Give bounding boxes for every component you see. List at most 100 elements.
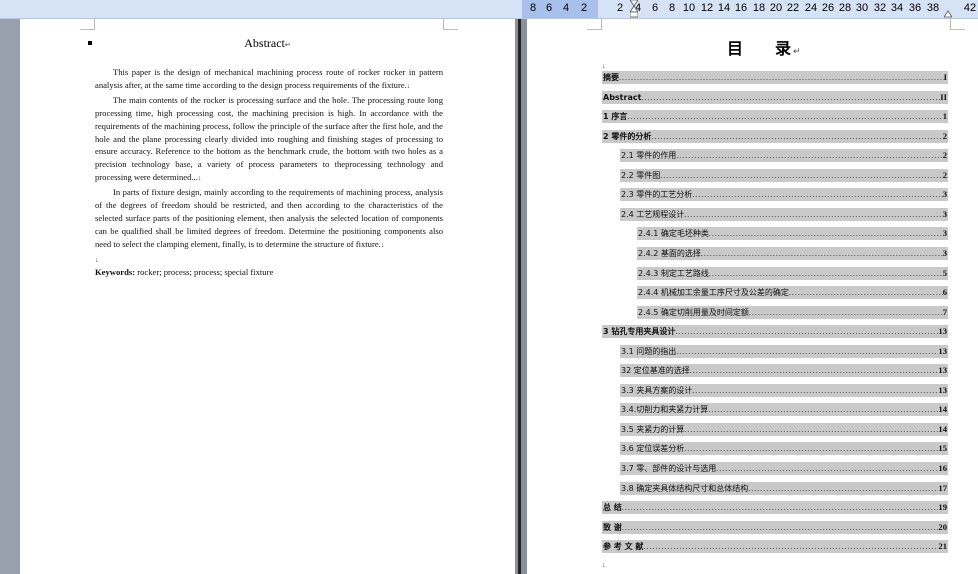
toc-entry[interactable]: 2.4.3 制定工艺路线 5 xyxy=(637,266,948,280)
toc-entry[interactable]: 2.1 零件的作用 2 xyxy=(620,149,948,163)
toc-entry[interactable]: 2.3 零件的工艺分析 3 xyxy=(620,188,948,202)
toc-entry[interactable]: 2.4.1 确定毛坯种类 3 xyxy=(637,227,948,241)
toc-entry-label: Abstract xyxy=(603,92,642,102)
toc-entry[interactable]: 32 定位基准的选择 13 xyxy=(620,364,948,378)
horizontal-ruler[interactable]: 8 6 4 2 2 4 6 8 10 12 14 16 18 20 22 24 26 28 30 32 34 36 38 42 xyxy=(0,0,978,19)
toc-leader-dots xyxy=(789,286,943,299)
toc-leader-dots xyxy=(676,149,942,162)
toc-entry-page: 3 xyxy=(942,228,947,239)
ruler-tick-label: 8 xyxy=(529,2,537,14)
toc-entry-label: 2.2 零件图 xyxy=(621,170,661,180)
toc-leader-dots xyxy=(708,403,938,416)
toc-entry-label: 3.3 夹具方案的设计 xyxy=(621,385,693,395)
paragraph-mark: ↓ xyxy=(602,63,606,70)
toc-entry[interactable]: 2.4.2 基面的选择 3 xyxy=(637,246,948,260)
toc-leader-dots xyxy=(627,110,942,123)
toc-leader-dots xyxy=(684,423,938,436)
ruler-tick-label: 4 xyxy=(562,2,570,14)
abstract-paragraph-3: In parts of fixture design, mainly accor… xyxy=(95,187,443,249)
toc-entry-page: 7 xyxy=(942,306,947,317)
toc-entry-label: 3 钻孔专用夹具设计 xyxy=(603,327,676,337)
right-indent-marker-icon[interactable] xyxy=(944,0,952,18)
toc-leader-dots xyxy=(692,188,942,201)
toc-entry-label: 2.3 零件的工艺分析 xyxy=(621,190,693,200)
toc-entry-page: 3 xyxy=(942,189,947,200)
toc-entry-page: 2 xyxy=(942,150,947,161)
toc-leader-dots xyxy=(651,130,942,143)
toc-entry[interactable]: 参 考 文 献 21 xyxy=(602,540,948,554)
toc-entry-page: 17 xyxy=(938,482,947,493)
crop-mark xyxy=(80,19,95,30)
empty-paragraph: ↓ xyxy=(95,256,99,264)
ruler-tick-label: 30 xyxy=(855,2,869,14)
ruler-tick-label: 8 xyxy=(668,2,676,14)
toc-entry[interactable]: 2 零件的分析 2 xyxy=(602,129,948,143)
toc-entry[interactable]: 3.8 确定夹具体结构尺寸和总体结构 17 xyxy=(620,481,948,495)
crop-mark xyxy=(443,19,458,30)
toc-leader-dots xyxy=(643,540,938,553)
toc-entry-label: 2.1 零件的作用 xyxy=(621,151,677,161)
toc-entry-label: 2.4.3 制定工艺路线 xyxy=(638,268,709,278)
toc-entry-page: 13 xyxy=(938,345,947,356)
toc-leader-dots xyxy=(622,501,939,514)
toc-entry-page: 14 xyxy=(938,423,947,434)
toc-entry-page: 21 xyxy=(938,541,947,552)
toc-entry[interactable]: 3.6 定位误差分析 15 xyxy=(620,442,948,456)
paragraph-mark: ↓ xyxy=(602,562,606,569)
page-splitter[interactable] xyxy=(515,19,527,574)
toc-entry[interactable]: 3 钻孔专用夹具设计 13 xyxy=(602,325,948,339)
toc-page[interactable]: ↓ 目录↵ 摘要IAbstractII1 序言12 零件的分析22.1 零件的作… xyxy=(527,19,978,574)
first-line-indent-marker-icon[interactable] xyxy=(630,0,638,18)
toc-entry-page: 15 xyxy=(938,443,947,454)
toc-entry-page: 6 xyxy=(942,287,947,298)
toc-leader-dots xyxy=(716,462,938,475)
toc-entry-label: 2.4 工艺规程设计 xyxy=(621,209,685,219)
ruler-tick-label: 10 xyxy=(682,2,696,14)
toc-entry-label: 2.4.1 确定毛坯种类 xyxy=(638,229,709,239)
toc-entry-label: 2.4.5 确定切削用量及时间定额 xyxy=(638,307,749,317)
toc-entry-label: 3.8 确定夹具体结构尺寸和总体结构 xyxy=(621,483,749,493)
ruler-tick-label: 38 xyxy=(926,2,940,14)
ruler-tick-label: 24 xyxy=(804,2,818,14)
abstract-title: Abstract↵ xyxy=(244,36,291,50)
toc-entry[interactable]: 3.5 夹紧力的计算 14 xyxy=(620,422,948,436)
ruler-tick-label: 28 xyxy=(838,2,852,14)
toc-leader-dots xyxy=(749,306,943,319)
ruler-tick-label: 2 xyxy=(580,2,588,14)
toc-entry-page: 5 xyxy=(942,267,947,278)
ruler-tick-label: 6 xyxy=(545,2,553,14)
toc-entry-page: 3 xyxy=(942,247,947,258)
ruler-tick-label: 36 xyxy=(908,2,922,14)
toc-entry-label: 3.4.切削力和夹紧力计算 xyxy=(621,405,709,415)
toc-entry[interactable]: 3.3 夹具方案的设计 13 xyxy=(620,383,948,397)
crop-mark xyxy=(587,19,602,30)
toc-leader-dots xyxy=(701,247,943,260)
toc-entry[interactable]: 2.4.4 机械加工余量工序尺寸及公差的确定 6 xyxy=(637,286,948,300)
abstract-page[interactable]: Abstract↵ This paper is the design of me… xyxy=(20,19,515,574)
toc-entry-page: 16 xyxy=(938,463,947,473)
toc-entry[interactable]: 2.4 工艺规程设计 3 xyxy=(620,207,948,221)
ruler-tick-label: 32 xyxy=(873,2,887,14)
toc-entry[interactable]: 3.7 零、部件的设计与选用 16 xyxy=(620,462,948,475)
ruler-tick-label: 12 xyxy=(700,2,714,14)
ruler-tick-label: 6 xyxy=(651,2,659,14)
toc-entry[interactable]: Abstract II xyxy=(602,90,948,104)
toc-entry[interactable]: 总 结 19 xyxy=(602,501,948,515)
toc-entry-label: 3.6 定位误差分析 xyxy=(621,444,685,454)
abstract-body[interactable]: This paper is the design of mechanical m… xyxy=(95,66,443,278)
toc-entry[interactable]: 2.4.5 确定切削用量及时间定额 7 xyxy=(637,305,948,319)
toc-leader-dots xyxy=(660,169,942,182)
toc-entry[interactable]: 3.4.切削力和夹紧力计算 14 xyxy=(620,403,948,417)
toc-entry[interactable]: 致 谢 20 xyxy=(602,520,948,534)
toc-leader-dots xyxy=(676,345,938,358)
toc-entry[interactable]: 1 序言 1 xyxy=(602,110,948,124)
ruler-tick-label: 18 xyxy=(752,2,766,14)
toc-entry[interactable]: 2.2 零件图 2 xyxy=(620,168,948,182)
ruler-tick-label: 26 xyxy=(821,2,835,14)
toc-entry-page: 3 xyxy=(942,208,947,219)
toc-entry[interactable]: 3.1 问题的指出 13 xyxy=(620,344,948,358)
crop-mark xyxy=(950,19,965,30)
toc-leader-dots xyxy=(709,267,943,280)
toc-leader-dots xyxy=(748,482,938,495)
toc-entry[interactable]: 摘要 I xyxy=(602,71,948,84)
